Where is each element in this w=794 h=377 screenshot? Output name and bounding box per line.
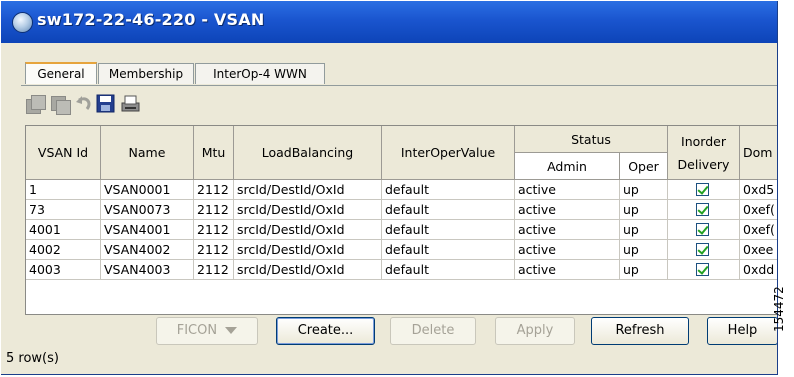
cell-domain[interactable]: 0xee bbox=[740, 240, 777, 260]
cell-interopervalue[interactable]: default bbox=[382, 260, 515, 280]
cell-domain[interactable]: 0xef( bbox=[740, 200, 777, 220]
tab-underline bbox=[21, 85, 777, 86]
column-header-domain[interactable]: Dom bbox=[740, 126, 777, 180]
tab-membership[interactable]: Membership bbox=[98, 63, 194, 84]
cell-vsan-id[interactable]: 4002 bbox=[26, 240, 101, 260]
cell-interopervalue[interactable]: default bbox=[382, 200, 515, 220]
cell-name[interactable]: VSAN4002 bbox=[101, 240, 194, 260]
cell-vsan-id[interactable]: 4003 bbox=[26, 260, 101, 280]
cell-vsan-id[interactable]: 1 bbox=[26, 180, 101, 200]
column-header-mtu[interactable]: Mtu bbox=[194, 126, 234, 180]
cell-oper: up bbox=[620, 260, 668, 280]
cell-vsan-id[interactable]: 73 bbox=[26, 200, 101, 220]
tab-general[interactable]: General bbox=[25, 62, 97, 84]
app-icon bbox=[12, 12, 33, 33]
table-row[interactable]: 4001 VSAN4001 2112 srcId/DestId/OxId def… bbox=[26, 220, 777, 240]
inorder-delivery-checkbox[interactable] bbox=[696, 203, 709, 216]
cell-inorder-delivery bbox=[668, 240, 740, 260]
cell-loadbalancing[interactable]: srcId/DestId/OxId bbox=[234, 180, 382, 200]
cell-interopervalue[interactable]: default bbox=[382, 220, 515, 240]
column-header-loadbalancing[interactable]: LoadBalancing bbox=[234, 126, 382, 180]
figure-id: 154472 bbox=[772, 286, 786, 332]
cell-oper: up bbox=[620, 240, 668, 260]
inorder-delivery-checkbox[interactable] bbox=[696, 223, 709, 236]
paste-icon[interactable] bbox=[49, 93, 71, 115]
cell-name[interactable]: VSAN4003 bbox=[101, 260, 194, 280]
cell-mtu[interactable]: 2112 bbox=[194, 260, 234, 280]
delivery-label: Delivery bbox=[677, 156, 730, 172]
column-header-vsan-id[interactable]: VSAN Id bbox=[26, 126, 101, 180]
cell-domain[interactable]: 0xd5 bbox=[740, 180, 777, 200]
cell-mtu[interactable]: 2112 bbox=[194, 220, 234, 240]
window-title: sw172-22-46-220 - VSAN bbox=[37, 10, 265, 29]
apply-button[interactable]: Apply bbox=[495, 317, 575, 345]
copy-icon[interactable] bbox=[25, 93, 47, 115]
cell-mtu[interactable]: 2112 bbox=[194, 200, 234, 220]
inorder-label: Inorder bbox=[681, 133, 726, 149]
print-icon[interactable] bbox=[119, 93, 141, 115]
cell-vsan-id[interactable]: 4001 bbox=[26, 220, 101, 240]
table-row[interactable]: 1 VSAN0001 2112 srcId/DestId/OxId defaul… bbox=[26, 180, 777, 200]
inorder-delivery-checkbox[interactable] bbox=[696, 243, 709, 256]
cell-oper: up bbox=[620, 220, 668, 240]
column-header-interopervalue[interactable]: InterOperValue bbox=[382, 126, 515, 180]
cell-loadbalancing[interactable]: srcId/DestId/OxId bbox=[234, 260, 382, 280]
vsan-table: VSAN Id Name Mtu LoadBalancing InterOper… bbox=[25, 125, 777, 315]
cell-mtu[interactable]: 2112 bbox=[194, 180, 234, 200]
cell-interopervalue[interactable]: default bbox=[382, 180, 515, 200]
ficon-label: FICON bbox=[176, 323, 218, 338]
cell-mtu[interactable]: 2112 bbox=[194, 240, 234, 260]
cell-loadbalancing[interactable]: srcId/DestId/OxId bbox=[234, 220, 382, 240]
cell-admin[interactable]: active bbox=[515, 260, 620, 280]
cell-admin[interactable]: active bbox=[515, 240, 620, 260]
cell-oper: up bbox=[620, 180, 668, 200]
chevron-down-icon bbox=[225, 327, 238, 334]
delete-button[interactable]: Delete bbox=[390, 317, 476, 345]
cell-admin[interactable]: active bbox=[515, 180, 620, 200]
table-row[interactable]: 4003 VSAN4003 2112 srcId/DestId/OxId def… bbox=[26, 260, 777, 280]
row-count-status: 5 row(s) bbox=[6, 351, 59, 366]
cell-inorder-delivery bbox=[668, 220, 740, 240]
column-header-name[interactable]: Name bbox=[101, 126, 194, 180]
column-header-status: Status bbox=[515, 126, 668, 153]
cell-admin[interactable]: active bbox=[515, 200, 620, 220]
cell-inorder-delivery bbox=[668, 260, 740, 280]
cell-oper: up bbox=[620, 200, 668, 220]
cell-loadbalancing[interactable]: srcId/DestId/OxId bbox=[234, 200, 382, 220]
ficon-button[interactable]: FICON bbox=[156, 317, 258, 345]
cell-name[interactable]: VSAN0073 bbox=[101, 200, 194, 220]
cell-interopervalue[interactable]: default bbox=[382, 240, 515, 260]
cell-inorder-delivery bbox=[668, 200, 740, 220]
cell-admin[interactable]: active bbox=[515, 220, 620, 240]
help-button[interactable]: Help bbox=[707, 317, 777, 345]
cell-domain[interactable]: 0xdd bbox=[740, 260, 777, 280]
cell-loadbalancing[interactable]: srcId/DestId/OxId bbox=[234, 240, 382, 260]
column-header-inorder-delivery[interactable]: Inorder Delivery bbox=[668, 126, 740, 180]
cell-inorder-delivery bbox=[668, 180, 740, 200]
cell-name[interactable]: VSAN0001 bbox=[101, 180, 194, 200]
inorder-delivery-checkbox[interactable] bbox=[696, 263, 709, 276]
create-button[interactable]: Create... bbox=[276, 317, 375, 345]
save-icon[interactable] bbox=[95, 93, 117, 115]
vsan-window: sw172-22-46-220 - VSAN General Membershi… bbox=[1, 1, 778, 375]
refresh-button[interactable]: Refresh bbox=[591, 317, 689, 345]
undo-icon[interactable] bbox=[73, 93, 95, 115]
cell-name[interactable]: VSAN4001 bbox=[101, 220, 194, 240]
cell-domain[interactable]: 0xef( bbox=[740, 220, 777, 240]
tab-interop-4-wwn[interactable]: InterOp-4 WWN bbox=[195, 63, 325, 84]
column-header-oper[interactable]: Oper bbox=[620, 153, 668, 180]
inorder-delivery-checkbox[interactable] bbox=[696, 183, 709, 196]
table-row[interactable]: 4002 VSAN4002 2112 srcId/DestId/OxId def… bbox=[26, 240, 777, 260]
table-row[interactable]: 73 VSAN0073 2112 srcId/DestId/OxId defau… bbox=[26, 200, 777, 220]
column-header-admin[interactable]: Admin bbox=[515, 153, 620, 180]
title-bar[interactable]: sw172-22-46-220 - VSAN bbox=[1, 1, 777, 43]
